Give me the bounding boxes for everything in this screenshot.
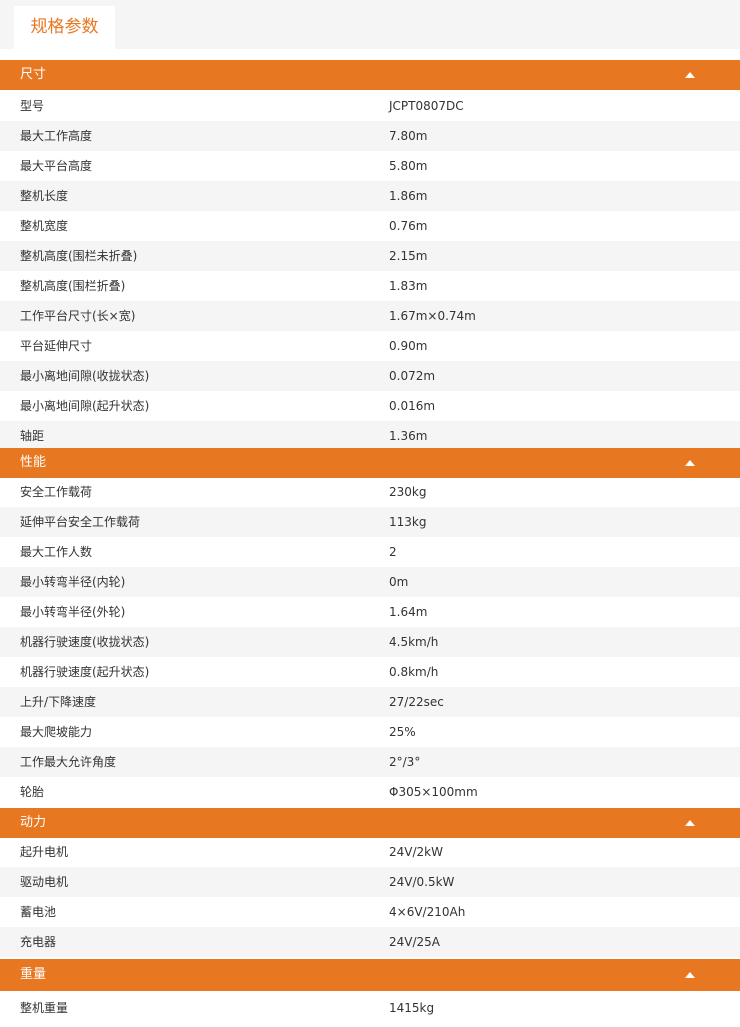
table-row: 最大工作高度 7.80m [0,121,740,151]
table-row: 蓄电池 4×6V/210Ah [0,897,740,927]
row-value: 0.76m [389,219,428,233]
row-key: 充电器 [20,935,57,949]
table-row: 驱动电机 24V/0.5kW [0,867,740,897]
table-row: 机器行驶速度(收拢状态) 4.5km/h [0,627,740,657]
table-row: 整机长度 1.86m [0,181,740,211]
row-key: 蓄电池 [20,905,57,919]
row-key: 延伸平台安全工作载荷 [20,515,141,529]
table-row: 最大爬坡能力 25% [0,717,740,747]
table-row: 轴距 1.36m [0,421,740,451]
table-row: 型号 JCPT0807DC [0,91,740,121]
section-header-power[interactable]: 动力 [0,808,740,838]
table-row: 平台延伸尺寸 0.90m [0,331,740,361]
table-row: 整机高度(围栏折叠) 1.83m [0,271,740,301]
row-key: 最大工作人数 [20,545,93,559]
row-key: 上升/下降速度 [20,695,97,709]
row-value: 27/22sec [389,695,444,709]
row-value: 1.83m [389,279,428,293]
section-header-dimensions[interactable]: 尺寸 [0,60,740,90]
table-row: 上升/下降速度 27/22sec [0,687,740,717]
table-row: 最小离地间隙(起升状态) 0.016m [0,391,740,421]
row-key: 起升电机 [20,845,69,859]
chevron-up-icon[interactable] [684,808,696,838]
table-row: 机器行驶速度(起升状态) 0.8km/h [0,657,740,687]
row-value: 2 [389,545,397,559]
table-row: 工作最大允许角度 2°/3° [0,747,740,777]
table-row: 起升电机 24V/2kW [0,837,740,867]
row-value: 0.90m [389,339,428,353]
row-value: 4.5km/h [389,635,439,649]
table-row: 安全工作载荷 230kg [0,477,740,507]
row-value: 0m [389,575,409,589]
section-title: 重量 [20,967,47,982]
tab-spec-params[interactable]: 规格参数 [14,6,115,49]
row-key: 整机长度 [20,189,69,203]
row-key: 工作平台尺寸(长×宽) [20,309,136,323]
row-key: 机器行驶速度(收拢状态) [20,635,150,649]
table-row: 延伸平台安全工作载荷 113kg [0,507,740,537]
chevron-up-icon[interactable] [684,60,696,90]
table-row: 工作平台尺寸(长×宽) 1.67m×0.74m [0,301,740,331]
row-value: 7.80m [389,129,428,143]
row-key: 型号 [20,99,45,113]
row-key: 最小离地间隙(起升状态) [20,399,150,413]
row-key: 机器行驶速度(起升状态) [20,665,150,679]
row-key: 工作最大允许角度 [20,755,117,769]
section-header-performance[interactable]: 性能 [0,448,740,478]
row-value: 1.36m [389,429,428,443]
row-key: 最小转弯半径(外轮) [20,605,126,619]
section-title: 动力 [20,815,47,830]
section-title: 尺寸 [20,67,47,82]
row-key: 整机宽度 [20,219,69,233]
row-value: 0.016m [389,399,436,413]
row-key: 平台延伸尺寸 [20,339,93,353]
row-key: 整机重量 [20,1001,69,1015]
row-key: 整机高度(围栏折叠) [20,279,126,293]
table-row: 整机高度(围栏未折叠) 2.15m [0,241,740,271]
row-value: 24V/0.5kW [389,875,455,889]
table-row: 轮胎 Φ305×100mm [0,777,740,807]
row-value: 0.072m [389,369,436,383]
row-key: 最大工作高度 [20,129,93,143]
table-row: 最小离地间隙(收拢状态) 0.072m [0,361,740,391]
row-value: 1.86m [389,189,428,203]
table-row: 充电器 24V/25A [0,927,740,957]
table-row: 整机重量 1415kg [0,993,740,1023]
table-row: 最小转弯半径(内轮) 0m [0,567,740,597]
row-value: 1.67m×0.74m [389,309,476,323]
row-value: 25% [389,725,416,739]
row-key: 整机高度(围栏未折叠) [20,249,138,263]
row-value: 0.8km/h [389,665,439,679]
row-key: 最大平台高度 [20,159,93,173]
row-value: 5.80m [389,159,428,173]
row-key: 驱动电机 [20,875,69,889]
row-value: 24V/2kW [389,845,443,859]
section-title: 性能 [20,455,47,470]
row-key: 轮胎 [20,785,45,799]
row-value: 1.64m [389,605,428,619]
row-value: 2.15m [389,249,428,263]
row-value: 24V/25A [389,935,440,949]
chevron-up-icon[interactable] [684,448,696,478]
chevron-up-icon[interactable] [684,959,696,989]
table-row: 最大平台高度 5.80m [0,151,740,181]
row-value: 230kg [389,485,427,499]
row-value: JCPT0807DC [389,99,464,113]
row-key: 安全工作载荷 [20,485,93,499]
row-key: 最小离地间隙(收拢状态) [20,369,150,383]
table-row: 最小转弯半径(外轮) 1.64m [0,597,740,627]
row-key: 最小转弯半径(内轮) [20,575,126,589]
tab-bar: 规格参数 [0,0,740,49]
table-row: 整机宽度 0.76m [0,211,740,241]
row-key: 轴距 [20,429,45,443]
row-value: 1415kg [389,1001,435,1015]
row-value: 4×6V/210Ah [389,905,466,919]
row-value: Φ305×100mm [389,785,478,799]
row-value: 113kg [389,515,427,529]
section-header-weight[interactable]: 重量 [0,959,740,991]
table-row: 最大工作人数 2 [0,537,740,567]
row-value: 2°/3° [389,755,421,769]
row-key: 最大爬坡能力 [20,725,93,739]
